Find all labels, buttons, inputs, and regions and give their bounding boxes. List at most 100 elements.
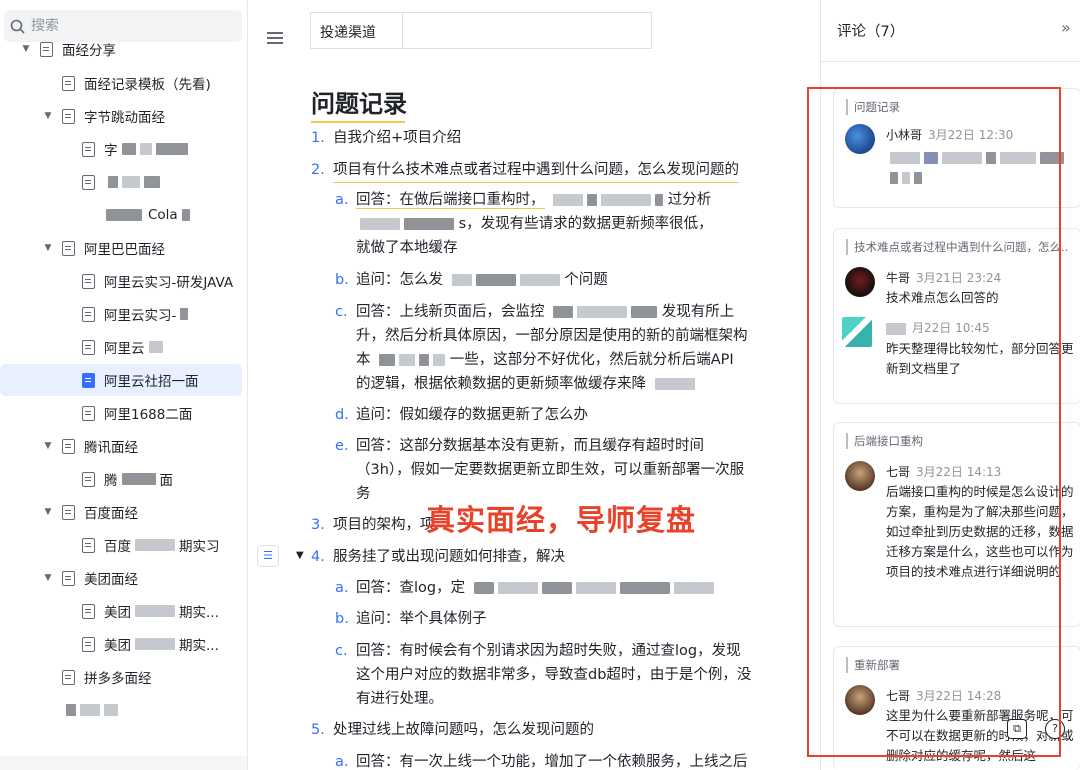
tree-item-pinduoduo[interactable]: 拼多多面经 (62, 661, 152, 693)
avatar[interactable] (842, 317, 872, 347)
doc-icon (62, 504, 75, 520)
list-item: 项目有什么技术难点或者过程中遇到什么问题，怎么发现问题的 (333, 158, 739, 183)
redacted (519, 274, 560, 286)
list-item-text: 就做了本地缓存 (356, 240, 458, 256)
avatar[interactable] (845, 267, 875, 297)
tree-item-alibaba[interactable]: ▼ 阿里巴巴面经 (42, 232, 165, 264)
tree-item-meituan[interactable]: ▼ 美团面经 (42, 562, 138, 594)
list-item-line: 回答：上线新页面后，会监控 发现有所上 (356, 300, 734, 324)
list-letter: a. (335, 580, 349, 596)
list-item-line: 的逻辑，根据依赖数据的更新频率做缓存来降 (356, 372, 695, 396)
redacted (106, 209, 142, 221)
chevron-down-icon[interactable]: ▼ (42, 243, 54, 253)
comment-card[interactable]: 技术难点或者过程中遇到什么问题，怎么... 牛哥 3月21日 23:24 技术难点… (833, 228, 1080, 404)
tree-item-tencent-1[interactable]: 腾 面 (82, 463, 173, 495)
avatar[interactable] (845, 461, 875, 491)
doc-icon (82, 471, 95, 487)
list-letter: e. (335, 438, 349, 454)
list-number: 4. (311, 549, 325, 565)
chevron-down-icon[interactable]: ▼ (42, 507, 54, 517)
search-icon (10, 19, 25, 34)
list-item-line: 本 一些，这部分不好优化，然后就分析后端API (356, 348, 734, 372)
comment-time: 月22日 10:45 (912, 321, 990, 335)
list-item-text: 本 (356, 352, 371, 368)
list-item-text: 回答：这部分数据基本没有更新，而且缓存有超时时间 (356, 438, 704, 454)
doc-icon (40, 41, 53, 57)
tree-item-template[interactable]: 面经记录模板（先看) (62, 67, 211, 99)
tree-item-bytedance-3[interactable]: Cola (102, 199, 190, 231)
tree-item-meituan-2[interactable]: 美团 期实... (82, 628, 219, 660)
avatar[interactable] (845, 685, 875, 715)
tree-item-baidu[interactable]: ▼ 百度面经 (42, 496, 138, 528)
tree-item-label: 面经记录模板（先看) (84, 77, 211, 93)
redacted (575, 582, 616, 594)
comment-card[interactable]: 问题记录 小林哥 3月22日 12:30 (833, 88, 1080, 208)
doc-icon (62, 438, 75, 454)
tree-item-redacted[interactable] (62, 694, 118, 726)
doc-icon (82, 306, 95, 322)
list-item-text: 一些，这部分不好优化，然后就分析后端API (449, 352, 734, 368)
help-icon[interactable]: ? (1045, 719, 1065, 739)
list-letter: a. (335, 192, 349, 208)
block-handle-icon[interactable]: ☰ (257, 545, 279, 567)
redacted (180, 308, 189, 320)
document-area: 投递渠道 问题记录 1. 自我介绍+项目介绍 2. 项目有什么技术难点或者过程中… (249, 0, 820, 770)
comment-author: 牛哥 (886, 271, 911, 285)
tree-item-label: 面经分享 (62, 43, 116, 59)
collapse-panel-icon[interactable]: » (1061, 18, 1071, 37)
comment-card[interactable]: 后端接口重构 七哥 3月22日 14:13 后端接口重构的时候是怎么设计的方案，重… (833, 422, 1080, 627)
outline-menu-icon[interactable] (267, 32, 283, 44)
list-item: 自我介绍+项目介绍 (333, 130, 462, 146)
comment-author: 七哥 (886, 689, 911, 703)
page-title: 问题记录 (311, 84, 407, 123)
tree-item-label: 面 (159, 473, 174, 489)
comment-author: 七哥 (886, 465, 911, 479)
list-number: 2. (311, 162, 325, 178)
tree-item-baidu-1[interactable]: 百度 期实习 (82, 529, 220, 561)
doc-icon (62, 570, 75, 586)
tree-item-label: 字节跳动面经 (84, 110, 165, 126)
chevron-down-icon[interactable]: ▼ (20, 44, 32, 54)
list-letter: d. (335, 407, 349, 423)
comment-time: 3月22日 12:30 (928, 128, 1014, 142)
tree-item-aliyun-intern-java[interactable]: 阿里云实习-研发JAVA (82, 265, 233, 297)
tree-item-meituan-1[interactable]: 美团 期实... (82, 595, 219, 627)
list-number: 3. (311, 517, 325, 533)
search-input[interactable] (31, 18, 231, 34)
redacted (399, 354, 416, 366)
list-item-text: 回答：上线新页面后，会监控 (356, 304, 545, 320)
list-letter: b. (335, 272, 349, 288)
chevron-down-icon[interactable]: ▼ (42, 441, 54, 451)
tree-item-bytedance-1[interactable]: 字 (82, 133, 188, 165)
comment-quote: 技术难点或者过程中遇到什么问题，怎么... (846, 239, 1068, 255)
tree-item-aliyun-social-1[interactable]: 阿里云社招一面 (0, 364, 242, 396)
doc-icon (62, 669, 75, 685)
tree-item-label: 美团 (104, 638, 131, 654)
redacted (404, 218, 454, 230)
tree-item-mianjing-share[interactable]: ▼ 面经分享 (20, 34, 116, 64)
redacted (890, 171, 898, 184)
chevron-down-icon[interactable]: ▼ (42, 573, 54, 583)
tree-item-bytedance[interactable]: ▼ 字节跳动面经 (42, 100, 165, 132)
comment-card[interactable]: 重新部署 七哥 3月22日 14:28 这里为什么要重新部署服务呢，可不可以在数据… (833, 646, 1080, 770)
redacted (655, 194, 664, 206)
list-item-text: 个问题 (564, 272, 608, 288)
tree-item-ali-1688[interactable]: 阿里1688二面 (82, 397, 192, 429)
comment-text: 后端接口重构的时候是怎么设计的方案，重构是为了解决那些问题，如过牵扯到历史数据的… (886, 484, 1074, 579)
redacted (121, 473, 156, 485)
list-item-text: 有进行处理。 (356, 691, 443, 707)
tree-item-tencent[interactable]: ▼ 腾讯面经 (42, 430, 138, 462)
chevron-down-icon[interactable]: ▼ (42, 111, 54, 121)
doc-icon (82, 405, 95, 421)
tree-item-bytedance-2[interactable] (82, 166, 160, 198)
tree-item-aliyun[interactable]: 阿里云 (82, 331, 163, 363)
comment-meta: 七哥 3月22日 14:13 (886, 463, 1001, 480)
redacted (66, 704, 76, 716)
redacted (654, 378, 695, 390)
fold-caret-icon[interactable]: ▼ (296, 550, 304, 561)
avatar[interactable] (845, 124, 875, 154)
tree-item-aliyun-intern[interactable]: 阿里云实习- (82, 298, 189, 330)
comment-text (886, 147, 1076, 187)
comment-quote: 问题记录 (846, 99, 1068, 115)
copy-link-icon[interactable]: ⧉ (1007, 719, 1027, 739)
